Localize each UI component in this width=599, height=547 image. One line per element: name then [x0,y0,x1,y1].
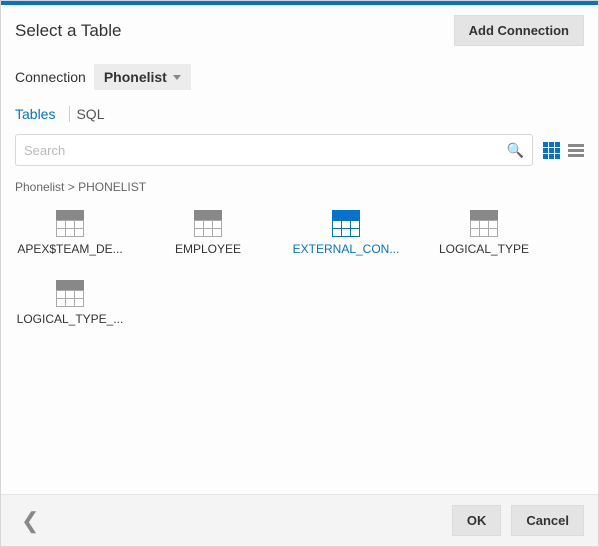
table-item-label: LOGICAL_TYPE [429,242,539,256]
search-input[interactable] [24,143,507,158]
dialog-header: Select a Table Add Connection [1,5,598,56]
ok-button[interactable]: OK [452,505,502,536]
search-icon[interactable]: 🔍 [507,142,524,159]
table-icon [332,210,360,236]
search-box: 🔍 [15,134,533,166]
table-icon [470,210,498,236]
breadcrumb: Phonelist > PHONELIST [1,172,598,198]
table-grid: APEX$TEAM_DE... EMPLOYEE EXTERNAL_CON... LO… [1,198,598,494]
list-view-button[interactable] [568,144,584,157]
table-item-label: EMPLOYEE [153,242,263,256]
table-item[interactable]: EXTERNAL_CON... [291,210,401,256]
tabs: Tables SQL [1,100,598,128]
connection-select[interactable]: Phonelist [94,64,191,90]
table-item-label: EXTERNAL_CON... [291,242,401,256]
breadcrumb-sep: > [68,180,75,194]
table-item-label: APEX$TEAM_DE... [15,242,125,256]
breadcrumb-current: PHONELIST [78,180,146,194]
table-item[interactable]: APEX$TEAM_DE... [15,210,125,256]
table-item[interactable]: LOGICAL_TYPE_... [15,280,125,326]
table-icon [194,210,222,236]
back-button[interactable]: ❮ [15,508,45,534]
cancel-button[interactable]: Cancel [511,505,584,536]
add-connection-button[interactable]: Add Connection [454,15,584,46]
view-buttons [543,142,584,159]
dialog-footer: ❮ OK Cancel [1,494,598,546]
tab-separator [69,106,70,122]
footer-buttons: OK Cancel [452,505,584,536]
connection-label: Connection [15,69,86,85]
breadcrumb-root[interactable]: Phonelist [15,180,64,194]
table-item[interactable]: EMPLOYEE [153,210,263,256]
select-table-dialog: Select a Table Add Connection Connection… [0,0,599,547]
grid-icon [543,142,560,159]
tab-sql[interactable]: SQL [76,100,118,128]
grid-view-button[interactable] [543,142,560,159]
table-icon [56,280,84,306]
chevron-down-icon [173,75,181,80]
tab-tables[interactable]: Tables [15,100,69,128]
table-icon [56,210,84,236]
connection-row: Connection Phonelist [1,56,598,100]
table-item[interactable]: LOGICAL_TYPE [429,210,539,256]
table-item-label: LOGICAL_TYPE_... [15,312,125,326]
dialog-title: Select a Table [15,21,121,41]
connection-value: Phonelist [104,69,167,85]
list-icon [568,144,584,157]
search-row: 🔍 [1,128,598,172]
